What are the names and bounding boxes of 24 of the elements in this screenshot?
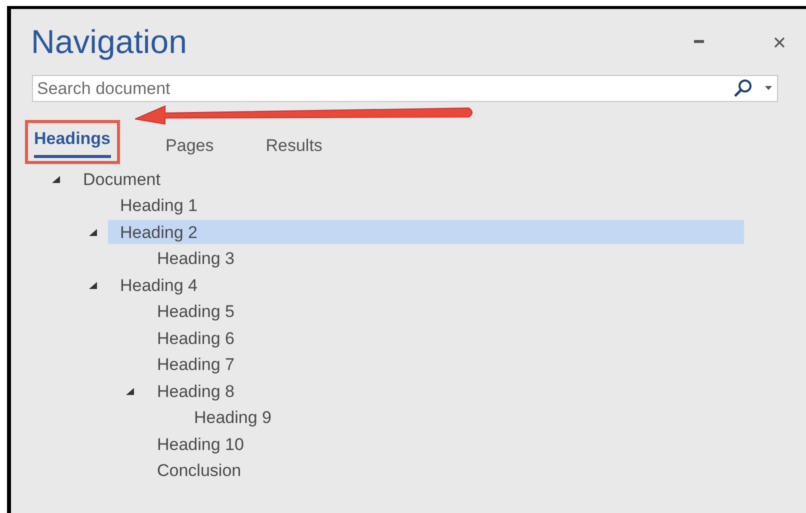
tree-item[interactable]: Heading 7 — [157, 352, 243, 377]
tree-item[interactable]: Conclusion — [157, 458, 250, 483]
tree-item[interactable]: Heading 6 — [157, 326, 243, 350]
tree-item[interactable]: Heading 9 — [194, 406, 280, 430]
expanded-triangle-icon[interactable] — [88, 228, 97, 237]
caret-icon[interactable] — [765, 86, 772, 90]
expanded-triangle-icon[interactable] — [51, 174, 60, 184]
tree-item[interactable]: Heading 3 — [157, 246, 243, 271]
close-icon[interactable] — [774, 36, 785, 48]
search-field[interactable]: Search document — [32, 75, 778, 102]
pane-title: Navigation — [31, 22, 187, 62]
tab[interactable]: Results — [260, 136, 328, 156]
expanded-triangle-icon[interactable] — [125, 386, 134, 396]
expanded-triangle-icon[interactable] — [88, 280, 97, 290]
tree-item[interactable]: Document — [83, 167, 168, 192]
tab[interactable]: Headings — [25, 120, 120, 164]
tree-item[interactable]: Heading 5 — [157, 300, 243, 324]
tree-item[interactable]: Heading 2 — [108, 220, 744, 244]
tree-item[interactable]: Heading 8 — [157, 379, 243, 404]
tree-item[interactable]: Heading 1 — [120, 194, 206, 218]
tree-item[interactable]: Heading 10 — [157, 432, 252, 456]
tab[interactable]: Pages — [160, 136, 220, 156]
tree-item[interactable]: Heading 4 — [120, 273, 206, 298]
search-icon[interactable] — [733, 79, 753, 97]
